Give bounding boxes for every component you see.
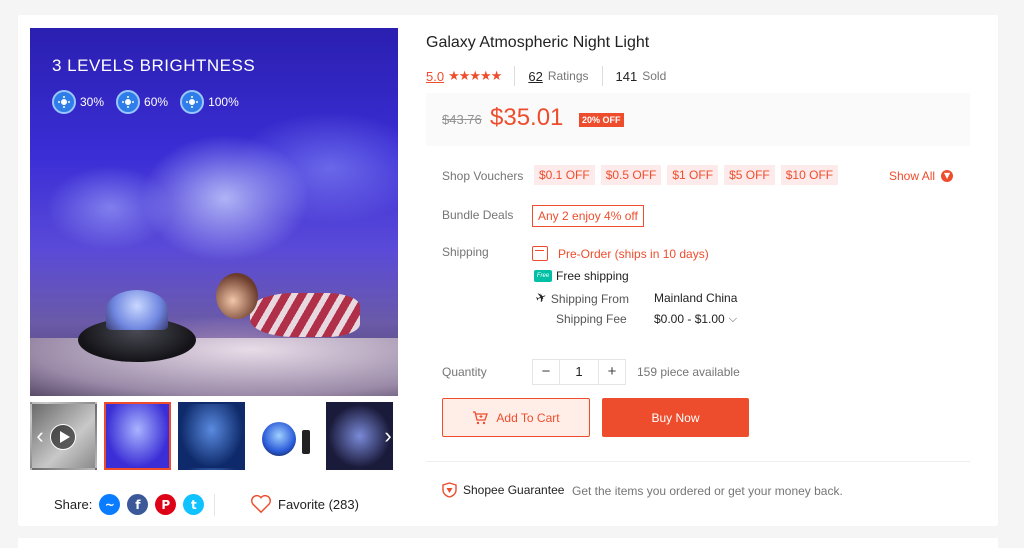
sun-icon — [180, 90, 205, 114]
ratings-label: Ratings — [547, 69, 589, 83]
show-all-vouchers-button[interactable]: Show All ▼ — [889, 169, 954, 183]
chevron-down-icon: ▼ — [941, 170, 954, 182]
add-to-cart-label: Add To Cart — [496, 410, 560, 425]
arrow-right-icon[interactable]: › — [378, 421, 398, 451]
image-headline: 3 LEVELS BRIGHTNESS — [52, 56, 256, 75]
cart-icon — [473, 410, 489, 424]
shipping-fee-value: $0.00 - $1.00 — [654, 312, 725, 326]
quantity-increase-button[interactable]: + — [599, 360, 625, 384]
voucher-chip[interactable]: $5 OFF — [724, 165, 775, 185]
thumbnail-image[interactable] — [104, 402, 171, 470]
preorder-notice: Pre-Order (ships in 10 days) — [532, 246, 709, 261]
show-all-label: Show All — [889, 169, 936, 183]
voucher-chip[interactable]: $0.1 OFF — [534, 165, 595, 185]
share-label: Share: — [54, 497, 93, 512]
divider — [426, 461, 970, 462]
free-shipping-text: Free shipping — [556, 269, 629, 283]
thumbnail-image[interactable] — [178, 402, 245, 470]
twitter-icon[interactable]: t — [183, 494, 205, 515]
product-card: 3 LEVELS BRIGHTNESS 30% 60% 100% ‹ › Sha… — [18, 15, 998, 526]
stock-available: 159 piece available — [637, 365, 740, 379]
thumbnail-image[interactable] — [252, 402, 319, 470]
vouchers-label: Shop Vouchers — [442, 169, 524, 183]
voucher-list: $0.1 OFF $0.5 OFF $1 OFF $5 OFF $10 OFF — [534, 165, 839, 185]
shield-icon — [442, 482, 457, 498]
favorite-label: Favorite (283) — [278, 496, 359, 512]
add-to-cart-button[interactable]: Add To Cart — [442, 398, 590, 437]
shipping-label: Shipping — [442, 245, 489, 259]
quantity-input[interactable]: 1 — [559, 360, 599, 384]
brightness-level: 100% — [180, 90, 239, 114]
next-section-card — [18, 538, 998, 548]
brightness-level: 60% — [116, 90, 168, 114]
arrow-left-icon[interactable]: ‹ — [30, 421, 50, 451]
rating-value[interactable]: 5.0 — [426, 69, 444, 84]
quantity-stepper: − 1 + — [532, 359, 626, 385]
child-body — [250, 293, 360, 337]
share-row: Share: ~ f P t — [54, 494, 205, 515]
free-shipping: Free Free shipping — [534, 269, 629, 283]
sold-label: Sold — [642, 69, 667, 83]
thumbnail-strip — [30, 402, 398, 470]
product-title: Galaxy Atmospheric Night Light — [426, 34, 650, 51]
original-price: $43.76 — [442, 112, 482, 127]
shipping-fee-dropdown[interactable]: $0.00 - $1.00 ⌵ — [654, 312, 737, 326]
sun-icon — [52, 90, 76, 114]
facebook-icon[interactable]: f — [127, 494, 149, 515]
shipping-from-label: Shipping From — [550, 291, 629, 306]
heart-icon — [251, 494, 271, 514]
voucher-chip[interactable]: $10 OFF — [780, 165, 839, 185]
sold-count: 141 — [615, 68, 638, 84]
messenger-icon[interactable]: ~ — [99, 494, 121, 515]
guarantee-title: Shopee Guarantee — [463, 483, 565, 497]
bundle-label: Bundle Deals — [442, 208, 514, 222]
plane-icon: ✈ — [533, 289, 550, 308]
brightness-levels: 30% 60% 100% — [52, 90, 239, 114]
bundle-deal-chip[interactable]: Any 2 enjoy 4% off — [532, 205, 644, 227]
buy-now-button[interactable]: Buy Now — [602, 398, 749, 437]
ratings-count[interactable]: 62 — [528, 69, 542, 84]
child-head — [216, 273, 258, 319]
shipping-from: ✈ Shipping From — [533, 289, 629, 308]
pinterest-icon[interactable]: P — [155, 494, 177, 515]
chevron-down-icon: ⌵ — [728, 312, 738, 325]
shipping-fee-label: Shipping Fee — [556, 312, 627, 326]
discount-badge: 20% OFF — [579, 113, 624, 127]
projector-device — [78, 290, 196, 362]
sleeping-child — [210, 273, 360, 353]
brightness-level: 30% — [52, 90, 104, 114]
sun-icon — [116, 90, 141, 114]
thumbnail-remote — [302, 430, 310, 454]
brightness-level-label: 100% — [208, 95, 239, 109]
shopee-guarantee[interactable]: Shopee Guarantee — [442, 482, 564, 498]
product-meta: 5.0 ★★★★★ 62 Ratings 141 Sold — [426, 66, 666, 86]
thumbnail-ball — [262, 422, 296, 456]
current-price: $35.01 — [490, 104, 564, 131]
rating-stars: ★★★★★ — [448, 68, 502, 84]
quantity-decrease-button[interactable]: − — [533, 360, 559, 384]
brightness-level-label: 60% — [144, 95, 169, 109]
shipping-from-value: Mainland China — [654, 291, 738, 305]
guarantee-text: Get the items you ordered or get your mo… — [572, 484, 843, 498]
play-icon[interactable] — [50, 424, 76, 450]
preorder-text: Pre-Order (ships in 10 days) — [558, 246, 709, 261]
projector-dome — [106, 290, 168, 330]
favorite-button[interactable]: Favorite (283) — [250, 494, 359, 514]
voucher-chip[interactable]: $1 OFF — [667, 165, 719, 185]
divider — [601, 66, 603, 86]
brightness-level-label: 30% — [80, 95, 105, 109]
quantity-label: Quantity — [442, 365, 487, 379]
divider — [514, 66, 516, 86]
divider — [214, 494, 215, 516]
voucher-chip[interactable]: $0.5 OFF — [600, 165, 662, 185]
main-product-image[interactable]: 3 LEVELS BRIGHTNESS 30% 60% 100% — [30, 28, 398, 396]
price-box: $43.76 $35.01 20% OFF — [426, 93, 970, 146]
truck-icon: Free — [534, 270, 552, 282]
calendar-icon — [532, 246, 548, 261]
